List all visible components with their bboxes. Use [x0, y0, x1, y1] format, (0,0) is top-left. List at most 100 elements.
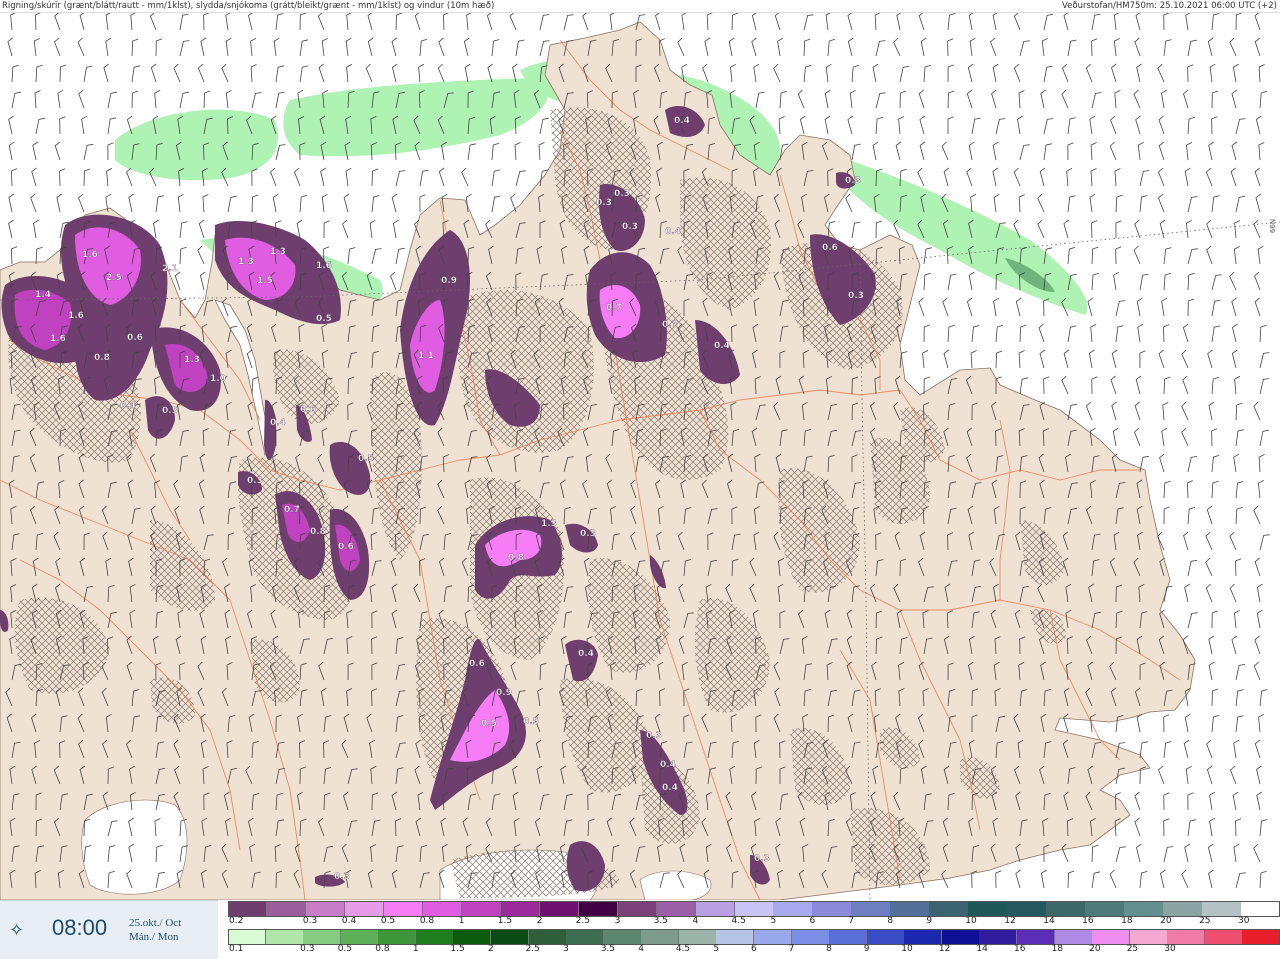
precip-value-label: 0.5: [481, 719, 497, 729]
legend-label: 25: [1126, 944, 1139, 954]
precip-value-label: 1.3: [541, 519, 557, 529]
legend-frame: [228, 929, 1280, 945]
precip-value-label: 0.6: [469, 659, 485, 669]
legend-label: 4.5: [675, 944, 691, 954]
precip-value-label: 0.8: [310, 527, 326, 537]
precip-value-label: 0.9: [441, 276, 457, 286]
legend-label: 7: [848, 916, 855, 926]
precip-value-label: 0.3: [247, 476, 263, 486]
glacier-south-west: [81, 799, 188, 895]
precip-value-label: 0.7: [606, 303, 622, 313]
precip-value-label: 0.6: [127, 333, 143, 343]
legend-label: 3.5: [653, 916, 668, 926]
legend-label: 8: [887, 916, 894, 926]
legend-label: 0.8: [419, 916, 435, 926]
precip-value-label: 1.1: [418, 351, 434, 361]
legend-label: 0.3: [300, 944, 315, 954]
legend-label: 5: [713, 944, 720, 954]
legend-label: 9: [863, 944, 870, 954]
legend-label: 16: [1014, 944, 1026, 954]
precip-value-label: 1.6: [316, 261, 332, 271]
legend-label: 6: [751, 944, 757, 954]
legend-label: 0.4: [341, 916, 357, 926]
legend-label: 3: [563, 944, 569, 954]
precip-value-label: 0.4: [662, 783, 678, 793]
valid-time-panel: ✧ 08:00 25.okt./ Oct Mán./ Mon: [0, 900, 218, 959]
legend-label: 2: [488, 944, 494, 954]
precip-value-label: 0.3: [580, 529, 596, 539]
legend-label: 0.2: [229, 916, 244, 926]
legend-label: 3: [614, 916, 621, 926]
precip-value-label: 0.3: [845, 176, 861, 186]
precip-value-label: 0.7: [284, 505, 300, 515]
legend-label: 8: [826, 944, 832, 954]
legend-label: 20: [1160, 916, 1172, 926]
precip-value-label: 2.1: [162, 264, 178, 274]
legend-label: 4.5: [731, 916, 746, 926]
precip-value-label: 0.4: [665, 227, 681, 237]
legend-label: 18: [1121, 916, 1133, 926]
precip-value-label: 0.7: [662, 320, 678, 330]
legend-label: 25: [1199, 916, 1211, 926]
legend-label: 1: [458, 916, 465, 926]
precip-value-label: 1.6: [82, 250, 98, 260]
legend-label: 10: [965, 916, 977, 926]
legend-label: 30: [1238, 916, 1250, 926]
precip-value-label: 0.5: [523, 717, 539, 727]
map-title: Rigning/skúrir (grænt/blátt/rautt - mm/1…: [2, 1, 495, 11]
precip-value-label: 1.5: [257, 276, 273, 286]
snow-legend-bar: [228, 901, 1280, 917]
legend-label: 1.5: [450, 944, 465, 954]
legend-label: 20: [1089, 944, 1101, 954]
precip-value-label: 0.4: [120, 401, 136, 411]
legend-label: 4: [638, 944, 645, 954]
precip-value-label: 1.3: [184, 355, 200, 365]
legend-label: 30: [1164, 944, 1176, 954]
legend-label: 5: [770, 916, 777, 926]
glacier-south-center: [639, 870, 712, 900]
legend-label: 16: [1082, 916, 1094, 926]
legend-label: 0.5: [380, 916, 396, 926]
precip-value-label: 0.5: [358, 454, 374, 464]
latitude-label: 66N: [1269, 218, 1278, 234]
legend-label: 7: [788, 944, 795, 954]
legend-label: 6: [809, 916, 816, 926]
legend-label: 18: [1051, 944, 1064, 954]
precip-value-label: 0.3: [646, 731, 662, 741]
precip-legend: 0.2 0.3 0.4 0.5 0.8 1 1.5 2 2.5 3 3.5 4 4.5 5 6 7 8 9 10 1 2…: [228, 900, 1280, 958]
legend-label: 9: [926, 916, 933, 926]
legend-label: 4: [692, 916, 699, 926]
legend-label: 0.5: [337, 944, 353, 954]
legend-label: 2.5: [525, 944, 540, 954]
precip-value-label: 0.3: [596, 198, 612, 208]
precip-value-label: 0.8: [508, 553, 524, 563]
legend-label: 1: [412, 944, 419, 954]
legend-label: 14: [1043, 916, 1055, 926]
legend-label: 0.1: [229, 944, 244, 954]
legend-label: 0.3: [302, 916, 318, 926]
map-header: Rigning/skúrir (grænt/blátt/rautt - mm/1…: [0, 0, 1280, 13]
valid-date: 25.okt./ Oct: [129, 917, 182, 929]
legend-frame: [228, 901, 1280, 917]
precip-value-label: 1.3: [238, 257, 254, 267]
precip-value-label: 0.4: [714, 341, 730, 351]
precip-value-label: 0.6: [338, 542, 354, 552]
weather-map[interactable]: 1.62.52.11.41.61.6 0.60.81.31.51.31.60.50…: [0, 13, 1280, 900]
legend-label: 3.5: [600, 944, 616, 954]
precip-value-label: 0.5: [316, 314, 332, 324]
precip-value-label: 0.6: [300, 405, 316, 415]
valid-time-clock: 08:00: [52, 915, 108, 940]
precip-value-label: 0.8: [94, 353, 110, 363]
precip-value-label: 0.5: [162, 406, 178, 416]
legend-label: 0.8: [375, 944, 390, 954]
precip-value-label: 0.4: [270, 418, 286, 428]
precip-value-label: 0.3: [334, 872, 350, 882]
precip-value-label: 1.0: [210, 374, 226, 384]
precip-value-label: 0.4: [578, 649, 594, 659]
precip-value-label: 1.3: [270, 247, 286, 257]
legend-label: 2: [536, 916, 543, 926]
precip-value-label: 1.6: [50, 334, 66, 344]
sun-compass-icon: ✧: [9, 920, 25, 941]
rain-legend-bar: [228, 929, 1280, 945]
precip-value-label: 1.4: [35, 290, 51, 300]
